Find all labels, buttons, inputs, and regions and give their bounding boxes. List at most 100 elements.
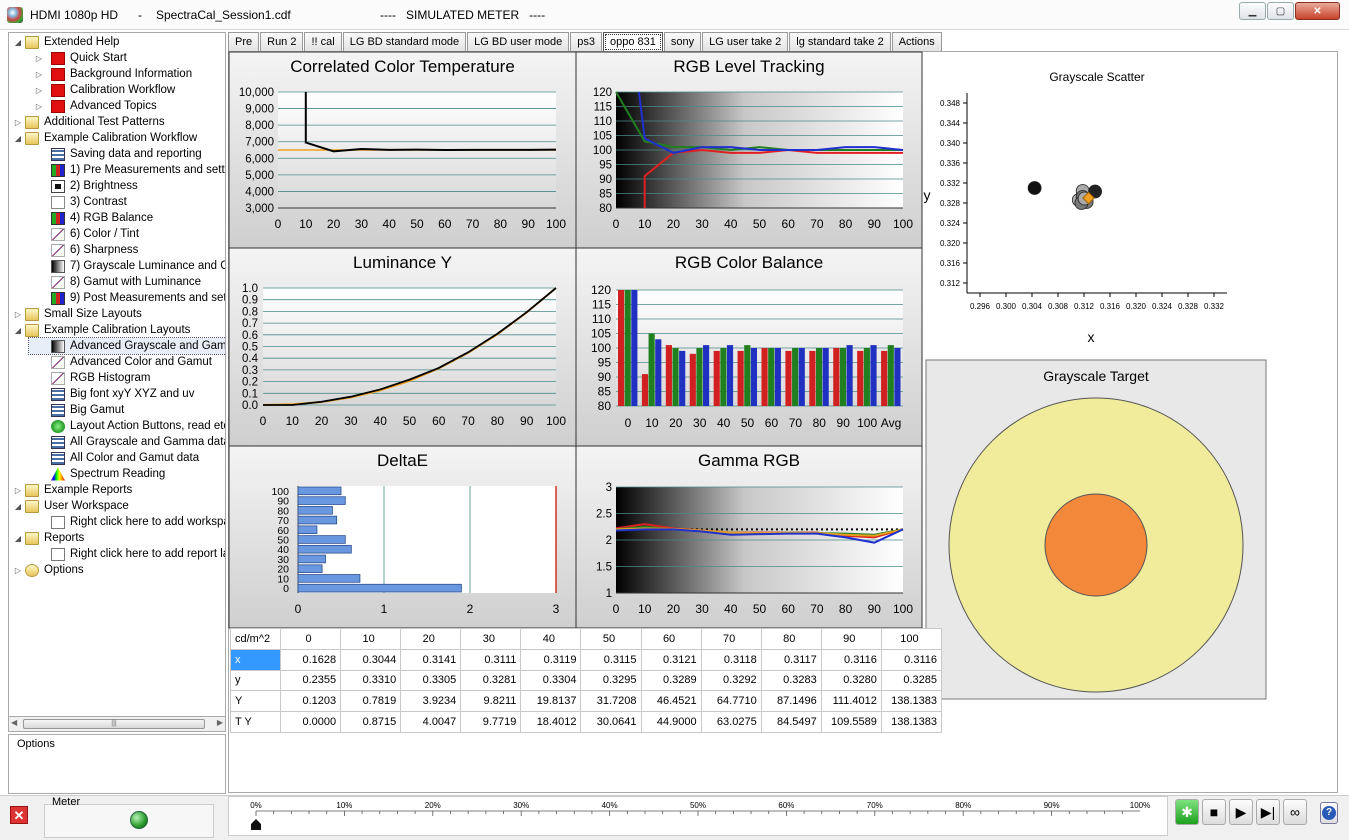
- table-cell[interactable]: 4.0047: [400, 711, 462, 733]
- tree-item[interactable]: ▷ Background Information: [29, 66, 192, 82]
- table-cell[interactable]: 0.8715: [340, 711, 402, 733]
- tree-item[interactable]: Advanced Grayscale and Gamm: [27, 337, 225, 355]
- stop-button[interactable]: ■: [1202, 799, 1226, 825]
- table-cell[interactable]: 0.3280: [820, 669, 882, 692]
- table-cell[interactable]: 0.3285: [880, 669, 943, 692]
- table-cell[interactable]: 0.2355: [280, 669, 342, 692]
- table-cell[interactable]: 31.7208: [580, 690, 642, 713]
- tab[interactable]: ps3: [570, 32, 602, 51]
- expander-icon[interactable]: ▷: [13, 566, 23, 575]
- table-row[interactable]: T Y 0.0000 0.8715 4.0047 9.7719 18.4012 30.064…: [229, 711, 943, 733]
- expander-icon[interactable]: ◢: [13, 534, 23, 543]
- tree-item[interactable]: 6) Color / Tint: [29, 226, 139, 242]
- table-cell[interactable]: 0.3310: [340, 669, 402, 692]
- tree-item[interactable]: Saving data and reporting: [29, 146, 202, 162]
- scroll-left-icon[interactable]: ◀: [11, 718, 17, 727]
- tab[interactable]: sony: [663, 32, 702, 51]
- table-cell[interactable]: 0.3116: [880, 648, 943, 671]
- tree-item[interactable]: ▷ Example Reports: [13, 482, 132, 498]
- table-cell[interactable]: 18.4012: [520, 711, 582, 733]
- expander-icon[interactable]: ◢: [13, 38, 23, 47]
- table-cell[interactable]: 19.8137: [520, 690, 582, 713]
- table-cell[interactable]: 9.8211: [460, 690, 522, 713]
- play-button[interactable]: ▶: [1229, 799, 1253, 825]
- table-cell[interactable]: 0.3289: [640, 669, 702, 692]
- tab[interactable]: LG BD standard mode: [342, 32, 467, 51]
- expander-icon[interactable]: ▷: [29, 54, 49, 63]
- tree-item[interactable]: ◢ User Workspace: [13, 498, 129, 514]
- help-button[interactable]: ?: [1320, 802, 1338, 824]
- tree-item[interactable]: 1) Pre Measurements and setting: [29, 162, 225, 178]
- tab[interactable]: Actions: [891, 32, 942, 51]
- close-panel-button[interactable]: ✕: [10, 806, 28, 824]
- table-cell[interactable]: T Y: [229, 711, 282, 733]
- app-icon[interactable]: [7, 7, 23, 23]
- table-cell[interactable]: 9.7719: [460, 711, 522, 733]
- expander-icon[interactable]: ▷: [29, 70, 49, 79]
- tree-item[interactable]: ▷ Small Size Layouts: [13, 306, 142, 322]
- expander-icon[interactable]: ▷: [13, 486, 23, 495]
- tree-item[interactable]: ◢ Reports: [13, 530, 84, 546]
- table-cell[interactable]: 0.1628: [280, 648, 342, 671]
- table-cell[interactable]: 0.3281: [460, 669, 522, 692]
- expander-icon[interactable]: ▷: [29, 102, 49, 111]
- table-cell[interactable]: 46.4521: [640, 690, 702, 713]
- step-button[interactable]: ▶|: [1256, 799, 1280, 825]
- tree-item[interactable]: 2) Brightness: [29, 178, 138, 194]
- tree-item[interactable]: 7) Grayscale Luminance and Ga: [29, 258, 225, 274]
- expander-icon[interactable]: ▷: [29, 86, 49, 95]
- tab[interactable]: Pre: [228, 32, 260, 51]
- table-cell[interactable]: 0.3044: [340, 648, 402, 671]
- tree-item[interactable]: ◢ Example Calibration Workflow: [13, 130, 197, 146]
- tab[interactable]: oppo 831: [602, 32, 663, 52]
- tree-item[interactable]: 8) Gamut with Luminance: [29, 274, 201, 290]
- table-cell[interactable]: 0.3292: [700, 669, 762, 692]
- table-cell[interactable]: 0.0000: [280, 711, 342, 733]
- table-cell[interactable]: 84.5497: [760, 711, 822, 733]
- table-row[interactable]: Y 0.1203 0.7819 3.9234 9.8211 19.8137 31.7208 4…: [229, 690, 943, 713]
- tree-item[interactable]: ◢ Example Calibration Layouts: [13, 322, 190, 338]
- tree-item[interactable]: Big Gamut: [29, 402, 124, 418]
- table-cell[interactable]: 0.3111: [460, 648, 522, 671]
- tree-horizontal-scrollbar[interactable]: ◀ ||| ▶: [8, 716, 226, 732]
- table-cell[interactable]: Y: [229, 690, 282, 713]
- table-cell[interactable]: 0.3118: [700, 648, 762, 671]
- table-cell[interactable]: y: [229, 669, 282, 692]
- maximize-button[interactable]: ▢: [1267, 2, 1294, 20]
- loop-button[interactable]: ∞: [1283, 799, 1307, 825]
- table-cell[interactable]: 3.9234: [400, 690, 462, 713]
- tab[interactable]: lg standard take 2: [789, 32, 891, 51]
- tree-item[interactable]: ▷ Additional Test Patterns: [13, 114, 165, 130]
- measurement-table[interactable]: cd/m^2 0 10 20 30 40 50 60 70 80 90 100 x 0.1628 0.304…: [229, 628, 943, 733]
- table-cell[interactable]: 138.1383: [880, 711, 943, 733]
- tab[interactable]: LG user take 2: [702, 32, 789, 51]
- scroll-right-icon[interactable]: ▶: [217, 718, 223, 727]
- tree-item[interactable]: ▷ Options: [13, 562, 84, 578]
- table-cell[interactable]: 0.3141: [400, 648, 462, 671]
- table-cell[interactable]: 44.9000: [640, 711, 702, 733]
- table-row[interactable]: x 0.1628 0.3044 0.3141 0.3111 0.3119 0.3115 0.3…: [229, 648, 943, 671]
- progress-slider[interactable]: 0% 10% 20% 30% 40% 50% 60% 70% 80% 90% 100%: [228, 796, 1168, 836]
- table-cell[interactable]: 0.7819: [340, 690, 402, 713]
- tab[interactable]: Run 2: [260, 32, 304, 51]
- expander-icon[interactable]: ◢: [13, 134, 23, 143]
- close-button[interactable]: ✕: [1295, 2, 1340, 20]
- tree-item[interactable]: Spectrum Reading: [29, 466, 165, 482]
- table-cell[interactable]: 0.3117: [760, 648, 822, 671]
- table-cell[interactable]: 0.3116: [820, 648, 882, 671]
- table-cell[interactable]: 0.3283: [760, 669, 822, 692]
- tree-item[interactable]: Right click here to add workspa: [29, 514, 225, 530]
- table-cell[interactable]: 64.7710: [700, 690, 762, 713]
- tab[interactable]: !! cal: [304, 32, 342, 51]
- layout-tree[interactable]: ◢ Extended Help ▷ Quick Start ▷ Background In…: [8, 32, 226, 732]
- scroll-thumb[interactable]: |||: [23, 719, 205, 729]
- tree-item[interactable]: Advanced Color and Gamut: [29, 354, 212, 370]
- tree-item[interactable]: Layout Action Buttons, read etc.: [29, 418, 225, 434]
- table-cell[interactable]: 30.0641: [580, 711, 642, 733]
- tree-item[interactable]: 6) Sharpness: [29, 242, 138, 258]
- table-cell[interactable]: 138.1383: [880, 690, 943, 713]
- table-cell[interactable]: 0.3304: [520, 669, 582, 692]
- tree-item[interactable]: Big font xyY XYZ and uv: [29, 386, 194, 402]
- tree-item[interactable]: ▷ Calibration Workflow: [29, 82, 175, 98]
- table-cell[interactable]: 63.0275: [700, 711, 762, 733]
